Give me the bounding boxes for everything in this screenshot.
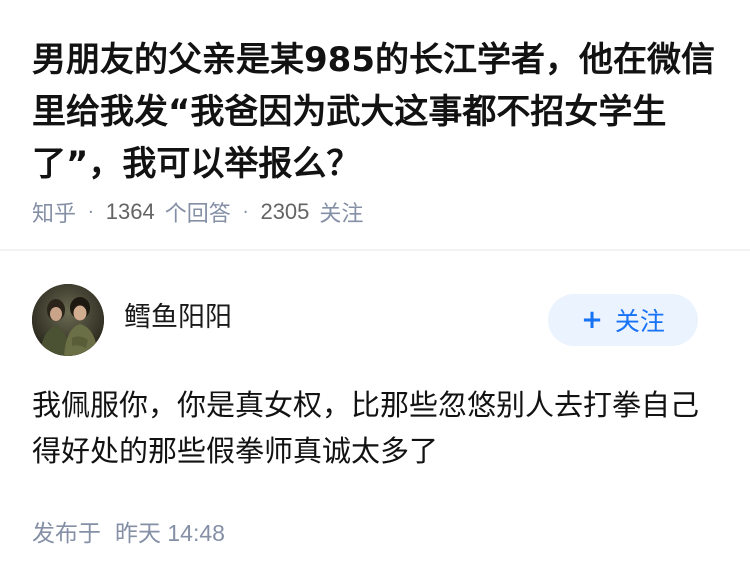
answer-count-label[interactable]: 个回答	[165, 196, 231, 228]
meta-separator: ·	[242, 201, 249, 223]
avatar-photo-icon	[32, 284, 104, 356]
follow-button-label: 关注	[614, 307, 665, 336]
follow-button[interactable]: + 关注	[548, 294, 698, 346]
source-label[interactable]: 知乎	[32, 196, 76, 228]
answer-author: 鳕鱼阳阳 + 关注	[32, 284, 722, 356]
question-title[interactable]: 男朋友的父亲是某985的长江学者，他在微信里给我发“我爸因为武大这事都不招女学生…	[32, 34, 722, 190]
author-name[interactable]: 鳕鱼阳阳	[124, 300, 232, 336]
meta-separator: ·	[88, 201, 94, 223]
question-meta: 知乎 · 1364 个回答 · 2305 关注	[32, 196, 363, 228]
publish-label: 发布于	[32, 521, 101, 547]
section-divider	[0, 249, 750, 251]
publish-time: 昨天 14:48	[115, 520, 225, 546]
author-avatar[interactable]	[32, 284, 104, 356]
follower-count: 2305	[260, 199, 310, 224]
answer-timestamp: 发布于 昨天 14:48	[32, 514, 225, 548]
answer-content[interactable]: 我佩服你，你是真女权，比那些忽悠别人去打拳自己得好处的那些假拳师真诚太多了	[32, 382, 722, 474]
question-header: 男朋友的父亲是某985的长江学者，他在微信里给我发“我爸因为武大这事都不招女学生…	[0, 0, 750, 248]
answer-count: 1364	[105, 199, 155, 224]
plus-icon: +	[581, 305, 603, 335]
follower-count-label[interactable]: 关注	[319, 196, 363, 228]
